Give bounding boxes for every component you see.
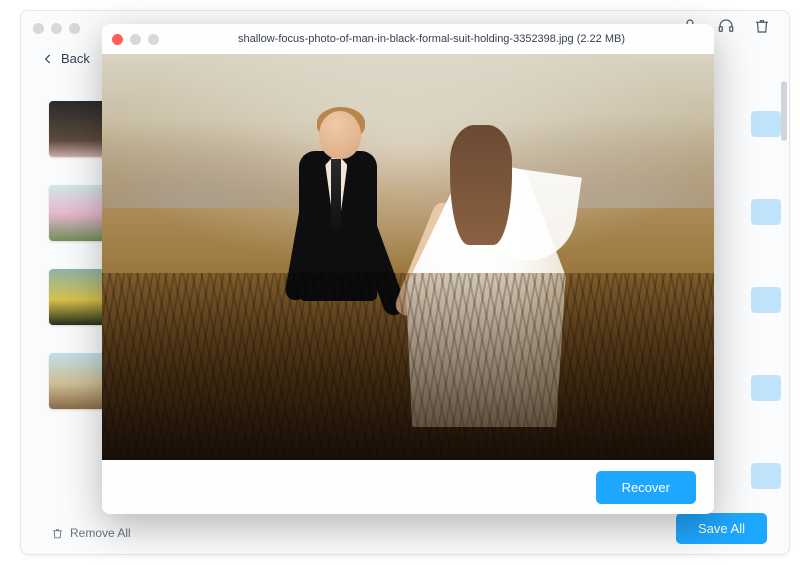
scrollbar[interactable] [779,81,789,504]
close-dot[interactable] [112,34,123,45]
trash-icon [51,527,64,540]
trash-icon[interactable] [753,17,771,40]
close-dot[interactable] [33,23,44,34]
preview-modal: shallow-focus-photo-of-man-in-black-form… [102,24,714,514]
minimize-dot[interactable] [130,34,141,45]
recover-label: Recover [622,480,670,495]
back-button[interactable]: Back [41,51,90,66]
traffic-lights[interactable] [33,23,80,34]
save-all-label: Save All [698,521,745,536]
preview-image [102,54,714,460]
headset-icon[interactable] [717,17,735,40]
row-action-button[interactable] [751,199,781,225]
modal-title: shallow-focus-photo-of-man-in-black-form… [159,33,704,45]
modal-footer: Recover [102,460,714,514]
scroll-thumb[interactable] [781,81,787,141]
recover-button[interactable]: Recover [596,471,696,504]
row-action-button[interactable] [751,287,781,313]
modal-filename: shallow-focus-photo-of-man-in-black-form… [238,33,574,45]
zoom-dot[interactable] [148,34,159,45]
zoom-dot[interactable] [69,23,80,34]
modal-traffic-lights[interactable] [112,34,159,45]
remove-all-button[interactable]: Remove All [51,526,131,540]
row-action-button[interactable] [751,375,781,401]
action-column [751,111,781,489]
remove-all-label: Remove All [70,526,131,540]
back-label: Back [61,51,90,66]
minimize-dot[interactable] [51,23,62,34]
chevron-left-icon [41,52,55,66]
modal-filesize: (2.22 MB) [577,33,625,45]
row-action-button[interactable] [751,111,781,137]
row-action-button[interactable] [751,463,781,489]
photo-foreground [102,273,714,460]
save-all-button[interactable]: Save All [676,513,767,544]
modal-titlebar: shallow-focus-photo-of-man-in-black-form… [102,24,714,54]
